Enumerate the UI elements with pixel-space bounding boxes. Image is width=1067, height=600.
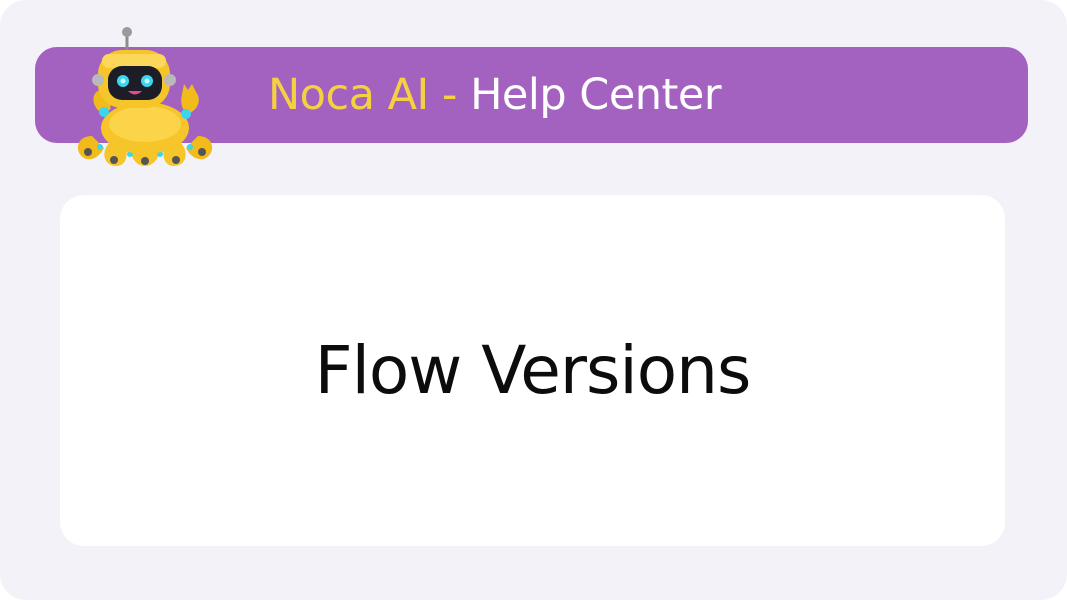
title-separator: - (428, 70, 471, 120)
brand-name: Noca AI (268, 70, 429, 120)
section-name: Help Center (470, 70, 722, 120)
page-frame: Noca AI - Help Center Flow Versions (0, 0, 1067, 600)
banner-title: Noca AI - Help Center (268, 47, 722, 143)
octopus-robot-mascot-icon (77, 27, 213, 166)
content-card: Flow Versions (60, 195, 1005, 546)
page-title: Flow Versions (314, 332, 752, 409)
